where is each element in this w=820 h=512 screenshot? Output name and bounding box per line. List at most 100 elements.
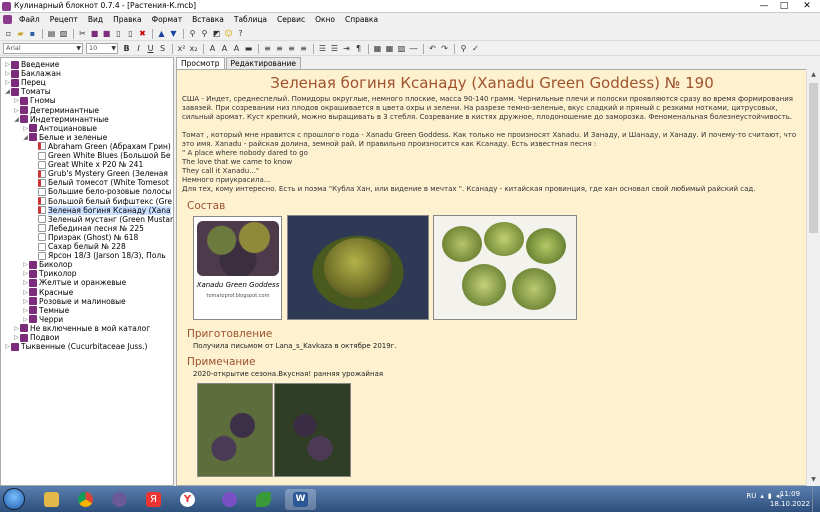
menu-insert[interactable]: Вставка [187, 15, 229, 24]
font-size-up-icon[interactable]: A [207, 43, 218, 54]
document-icon[interactable] [3, 15, 12, 24]
cut-icon[interactable]: ✂ [77, 28, 88, 39]
tree-item[interactable]: Призрак (Ghost) № 618 [31, 233, 138, 242]
edit-page-icon[interactable]: ▯ [125, 28, 136, 39]
help-icon[interactable]: ? [235, 28, 246, 39]
expand-icon[interactable]: ▷ [4, 78, 11, 87]
minimize-button[interactable]: — [754, 0, 774, 13]
align-center-icon[interactable]: ≡ [274, 43, 285, 54]
add-book-icon[interactable]: ■ [101, 28, 112, 39]
web-icon[interactable]: ◩ [211, 28, 222, 39]
recipe-tree[interactable]: ▷ Введение ▷ Баклажан ▷ Перец ◢ Томаты ▷ Гномы ▷ Де… [0, 57, 174, 486]
print-icon[interactable]: ▤ [46, 28, 57, 39]
book-icon[interactable]: ■ [89, 28, 100, 39]
tree-item[interactable]: ▷ Черри [22, 315, 63, 324]
tree-item[interactable]: Сахар белый № 228 [31, 242, 126, 251]
preview-icon[interactable]: ▧ [58, 28, 69, 39]
tree-item[interactable]: ▷ Антоциановые [22, 124, 97, 133]
scroll-down-icon[interactable]: ▼ [807, 474, 820, 486]
menu-recipe[interactable]: Рецепт [45, 15, 83, 24]
close-button[interactable]: ✕ [794, 0, 820, 13]
align-left-icon[interactable]: ≡ [262, 43, 273, 54]
expand-icon[interactable]: ▷ [22, 315, 29, 324]
redo-icon[interactable]: ↷ [439, 43, 450, 54]
tree-item[interactable]: Белый томесот (White Tomesot [31, 178, 169, 187]
expand-icon[interactable]: ▷ [13, 324, 20, 333]
tree-item[interactable]: ▷ Темные [22, 306, 69, 315]
line-icon[interactable]: ― [408, 43, 419, 54]
align-right-icon[interactable]: ≡ [286, 43, 297, 54]
expand-icon[interactable]: ▷ [22, 269, 29, 278]
tree-item[interactable]: ▷ Перец [4, 78, 46, 87]
expand-icon[interactable]: ▷ [4, 69, 11, 78]
subscript-icon[interactable]: x₂ [188, 43, 199, 54]
font-size-down-icon[interactable]: A [219, 43, 230, 54]
smile-icon[interactable]: ☺ [223, 28, 234, 39]
viber-taskbar-icon[interactable] [214, 489, 245, 510]
superscript-icon[interactable]: x² [176, 43, 187, 54]
expand-icon[interactable]: ▷ [22, 278, 29, 287]
highlight-icon[interactable]: ▬ [243, 43, 254, 54]
tree-item[interactable]: ▷ Баклажан [4, 69, 61, 78]
expand-icon[interactable]: ▷ [13, 106, 20, 115]
yandex-browser-taskbar-icon[interactable]: Y [172, 489, 203, 510]
tab-view[interactable]: Просмотр [176, 57, 225, 69]
expand-icon[interactable]: ▷ [22, 306, 29, 315]
add-page-icon[interactable]: ▯ [113, 28, 124, 39]
menu-view[interactable]: Вид [83, 15, 108, 24]
menu-edit[interactable]: Правка [108, 15, 147, 24]
tree-item[interactable]: Лебединая песня № 225 [31, 224, 144, 233]
move-down-icon[interactable]: ▼ [168, 28, 179, 39]
tree-item[interactable]: ▷ Введение [4, 60, 59, 69]
justify-icon[interactable]: ≡ [298, 43, 309, 54]
expand-icon[interactable]: ◢ [4, 87, 11, 96]
start-button[interactable] [3, 488, 25, 510]
menu-file[interactable]: Файл [14, 15, 45, 24]
word-taskbar-icon[interactable]: W [285, 489, 316, 510]
expand-icon[interactable]: ▷ [22, 288, 29, 297]
maximize-button[interactable]: □ [774, 0, 794, 13]
expand-icon[interactable]: ▷ [22, 124, 29, 133]
find-icon-2[interactable]: ⚲ [458, 43, 469, 54]
move-up-icon[interactable]: ▲ [156, 28, 167, 39]
strike-icon[interactable]: S [157, 43, 168, 54]
table-insert-icon[interactable]: ▦ [384, 43, 395, 54]
undo-icon[interactable]: ↶ [427, 43, 438, 54]
tree-item[interactable]: Большие бело-розовые полосы [31, 187, 171, 196]
expand-icon[interactable]: ◢ [22, 133, 29, 142]
tree-item[interactable]: ◢ Индетерминантные [13, 115, 109, 124]
menu-table[interactable]: Таблица [229, 15, 272, 24]
spell-icon[interactable]: ✓ [470, 43, 481, 54]
vertical-scrollbar[interactable]: ▲ ▼ [806, 69, 819, 486]
tree-item[interactable]: Abraham Green (Абрахам Грин) [31, 142, 171, 151]
menu-format[interactable]: Формат [147, 15, 187, 24]
tree-item[interactable]: ▷ Красные [22, 288, 73, 297]
delete-icon[interactable]: ✖ [137, 28, 148, 39]
save-icon[interactable]: ▪ [27, 28, 38, 39]
tree-item[interactable]: ▷ Биколор [22, 260, 72, 269]
menu-help[interactable]: Справка [340, 15, 383, 24]
tree-item[interactable]: ▷ Не включенные в мой каталог [13, 324, 150, 333]
menu-window[interactable]: Окно [310, 15, 340, 24]
image-icon[interactable]: ▨ [396, 43, 407, 54]
table-icon[interactable]: ▦ [372, 43, 383, 54]
expand-icon[interactable]: ▷ [4, 60, 11, 69]
tree-item[interactable]: Зеленый мустанг (Green Mustar [31, 215, 173, 224]
tree-item[interactable]: ▷ Желтые и оранжевые [22, 278, 126, 287]
underline-icon[interactable]: U [145, 43, 156, 54]
show-desktop-button[interactable] [812, 486, 820, 512]
font-color-icon[interactable]: A [231, 43, 242, 54]
tree-item[interactable]: ▷ Подвои [13, 333, 59, 342]
new-icon[interactable]: ▫ [3, 28, 14, 39]
replace-icon[interactable]: ⚲ [199, 28, 210, 39]
tab-edit[interactable]: Редактирование [225, 57, 301, 69]
tree-item[interactable]: ▷ Розовые и малиновые [22, 297, 125, 306]
tree-item[interactable]: ▷ Гномы [13, 96, 55, 105]
tree-item[interactable]: Great White x P20 № 241 [31, 160, 143, 169]
clock[interactable]: 11:09 18.10.2022 [770, 489, 810, 509]
font-size-select[interactable]: 10 ▼ [86, 43, 118, 54]
scroll-thumb[interactable] [809, 83, 818, 233]
expand-icon[interactable]: ▷ [22, 260, 29, 269]
chrome-taskbar-icon[interactable] [70, 489, 101, 510]
tray-arrow-icon[interactable]: ▴ [760, 492, 764, 500]
